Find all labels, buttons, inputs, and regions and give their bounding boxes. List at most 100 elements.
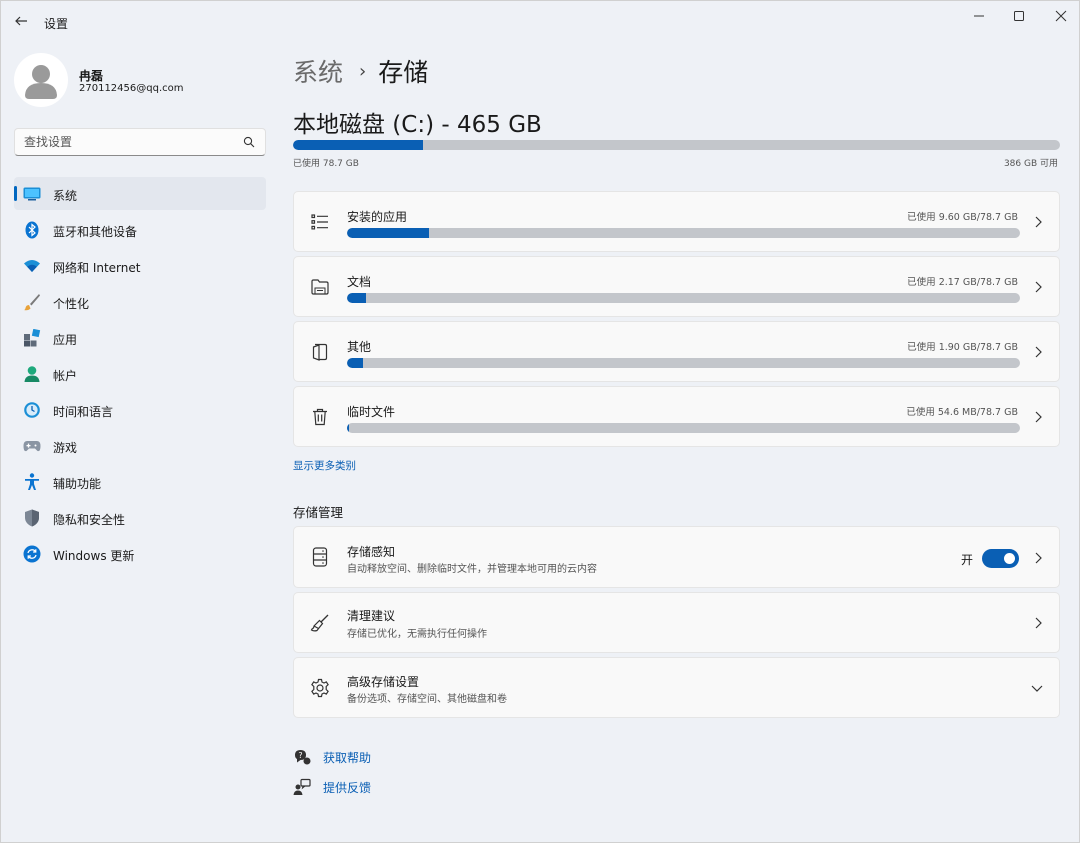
disk-usage-fill xyxy=(293,140,423,150)
sidebar-item-label: 辅助功能 xyxy=(53,477,102,491)
user-avatar-icon xyxy=(25,65,57,99)
disk-used-label: 已使用 78.7 GB xyxy=(293,159,359,169)
breadcrumb: 系统 › 存储 xyxy=(293,53,428,89)
category-card-apps[interactable]: 安装的应用 已使用 9.60 GB/78.7 GB xyxy=(293,191,1060,252)
search-box[interactable] xyxy=(14,128,266,156)
sidebar-nav: 系统 蓝牙和其他设备 网络和 Internet 个性化 应用 帐户 时间和语言 … xyxy=(14,177,266,573)
maximize-button[interactable] xyxy=(996,5,1042,27)
storage-sense-subtitle: 自动释放空间、删除临时文件，并管理本地可用的云内容 xyxy=(347,564,597,575)
sidebar-item-system[interactable]: 系统 xyxy=(14,177,266,210)
category-card-temp-files[interactable]: 临时文件 已使用 54.6 MB/78.7 GB xyxy=(293,386,1060,447)
disk-usage-bar xyxy=(293,140,1060,150)
sidebar-item-label: 个性化 xyxy=(53,297,90,311)
advanced-storage-settings-card[interactable]: 高级存储设置 备份选项、存储空间、其他磁盘和卷 xyxy=(293,657,1060,718)
category-card-documents[interactable]: 文档 已使用 2.17 GB/78.7 GB xyxy=(293,256,1060,317)
category-usage-fill xyxy=(347,358,364,368)
account-icon xyxy=(23,365,41,383)
sidebar-item-privacy[interactable]: 隐私和安全性 xyxy=(14,501,266,534)
breadcrumb-parent[interactable]: 系统 xyxy=(293,53,343,89)
give-feedback-link[interactable]: 提供反馈 xyxy=(293,778,371,796)
sidebar-item-windows-update[interactable]: Windows 更新 xyxy=(14,537,266,570)
other-files-icon xyxy=(310,342,330,362)
broom-icon xyxy=(310,613,330,633)
sidebar-item-accessibility[interactable]: 辅助功能 xyxy=(14,465,266,498)
section-title: 存储管理 xyxy=(293,505,344,520)
sidebar-item-bluetooth[interactable]: 蓝牙和其他设备 xyxy=(14,213,266,246)
windows-update-icon xyxy=(23,545,41,563)
trash-icon xyxy=(310,407,330,427)
sidebar-item-label: 帐户 xyxy=(53,369,78,383)
category-usage-bar xyxy=(347,358,1020,368)
search-icon[interactable] xyxy=(243,136,255,148)
give-feedback-label: 提供反馈 xyxy=(323,780,372,795)
page-title: 存储 xyxy=(378,58,429,87)
time-language-icon xyxy=(23,401,41,419)
app-title: 设置 xyxy=(44,17,69,31)
storage-sense-toggle[interactable] xyxy=(982,549,1019,568)
cleanup-title: 清理建议 xyxy=(347,609,396,623)
list-icon xyxy=(310,212,330,232)
sidebar-item-personalization[interactable]: 个性化 xyxy=(14,285,266,318)
category-usage-bar xyxy=(347,293,1020,303)
minimize-icon xyxy=(974,15,984,17)
category-usage-bar xyxy=(347,228,1020,238)
sidebar-item-label: 网络和 Internet xyxy=(53,261,141,275)
maximize-icon xyxy=(1014,11,1024,21)
advanced-settings-title: 高级存储设置 xyxy=(347,675,420,689)
get-help-link[interactable]: ? 获取帮助 xyxy=(293,748,371,766)
chevron-right-icon xyxy=(1033,281,1043,293)
chevron-right-icon xyxy=(1033,346,1043,358)
storage-sense-card[interactable]: 存储感知 自动释放空间、删除临时文件，并管理本地可用的云内容 开 xyxy=(293,526,1060,588)
sidebar-item-apps[interactable]: 应用 xyxy=(14,321,266,354)
breadcrumb-separator: › xyxy=(359,60,367,82)
category-usage-fill xyxy=(347,423,350,433)
sidebar-item-label: 游戏 xyxy=(53,441,78,455)
sidebar-item-gaming[interactable]: 游戏 xyxy=(14,429,266,462)
category-usage: 已使用 2.17 GB/78.7 GB xyxy=(907,277,1018,288)
svg-text:?: ? xyxy=(298,751,302,760)
category-usage: 已使用 9.60 GB/78.7 GB xyxy=(907,212,1018,223)
wifi-icon xyxy=(23,257,41,275)
get-help-label: 获取帮助 xyxy=(323,750,372,765)
sidebar-item-label: 蓝牙和其他设备 xyxy=(53,225,138,239)
storage-sense-icon xyxy=(310,547,330,567)
chevron-right-icon xyxy=(1033,617,1043,629)
avatar[interactable] xyxy=(14,53,68,107)
category-title: 临时文件 xyxy=(347,405,396,419)
close-icon xyxy=(1055,10,1067,22)
sidebar-item-network[interactable]: 网络和 Internet xyxy=(14,249,266,282)
feedback-icon xyxy=(293,778,311,796)
sidebar-item-time-language[interactable]: 时间和语言 xyxy=(14,393,266,426)
back-button[interactable] xyxy=(9,9,33,33)
category-card-other[interactable]: 其他 已使用 1.90 GB/78.7 GB xyxy=(293,321,1060,382)
settings-window: 设置 冉磊 270112456@qq.com 系统 xyxy=(0,0,1080,843)
chevron-right-icon xyxy=(1033,552,1043,564)
shield-icon xyxy=(23,509,41,527)
disk-free-label: 386 GB 可用 xyxy=(1003,159,1058,169)
show-more-categories-link[interactable]: 显示更多类别 xyxy=(293,458,356,473)
system-icon xyxy=(23,185,41,203)
category-usage: 已使用 54.6 MB/78.7 GB xyxy=(906,407,1018,418)
sidebar-item-accounts[interactable]: 帐户 xyxy=(14,357,266,390)
sidebar-item-label: 隐私和安全性 xyxy=(53,513,126,527)
chevron-down-icon xyxy=(1031,682,1043,694)
sidebar-item-label: 系统 xyxy=(53,189,78,203)
gamepad-icon xyxy=(23,437,41,455)
back-arrow-icon xyxy=(15,16,27,26)
category-title: 文档 xyxy=(347,275,372,289)
sidebar-item-label: 时间和语言 xyxy=(53,405,114,419)
category-usage-bar xyxy=(347,423,1020,433)
toggle-knob xyxy=(1004,553,1015,564)
profile-email: 270112456@qq.com xyxy=(79,83,184,94)
advanced-settings-subtitle: 备份选项、存储空间、其他磁盘和卷 xyxy=(347,694,507,705)
toggle-state-label: 开 xyxy=(960,553,973,567)
category-usage-fill xyxy=(347,293,366,303)
chevron-right-icon xyxy=(1033,411,1043,423)
category-usage: 已使用 1.90 GB/78.7 GB xyxy=(907,342,1018,353)
close-button[interactable] xyxy=(1038,5,1080,27)
disk-title: 本地磁盘 (C:) - 465 GB xyxy=(293,112,542,138)
folder-icon xyxy=(310,277,330,297)
category-usage-fill xyxy=(347,228,430,238)
cleanup-recommendations-card[interactable]: 清理建议 存储已优化，无需执行任何操作 xyxy=(293,592,1060,653)
search-input[interactable] xyxy=(24,135,234,149)
